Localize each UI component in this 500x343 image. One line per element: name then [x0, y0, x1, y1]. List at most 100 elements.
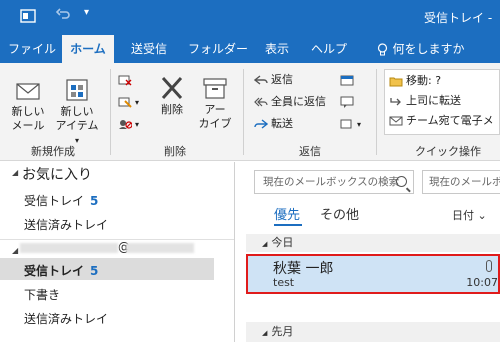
collapse-triangle-icon[interactable]: ◢: [12, 168, 18, 177]
tab-focused[interactable]: 優先: [274, 204, 300, 223]
message-time: 10:07: [466, 276, 498, 289]
window-title: 受信トレイ -: [424, 11, 493, 25]
folder-sent[interactable]: 送信済みトレイ: [24, 310, 108, 327]
favorite-inbox-label: 受信トレイ: [24, 194, 85, 208]
folder-inbox[interactable]: 受信トレイ 5: [24, 262, 98, 279]
tell-me-box[interactable]: 何をしますか: [372, 35, 470, 63]
undo-icon[interactable]: [55, 6, 71, 26]
meeting-button[interactable]: [340, 71, 357, 89]
new-items-icon: [63, 77, 91, 103]
tab-home[interactable]: ホーム: [62, 35, 114, 63]
focused-underline: [274, 224, 302, 226]
quick-step-to-manager[interactable]: 上司に転送: [389, 92, 461, 110]
archive-icon: [201, 75, 229, 101]
folder-drafts-label: 下書き: [24, 288, 61, 302]
forward-button[interactable]: 転送: [254, 115, 293, 133]
forward-manager-icon: [389, 95, 403, 107]
forward-icon: [254, 118, 269, 130]
title-bar: ▾ 受信トレイ -: [0, 0, 500, 35]
quick-step-move-label: 移動: ?: [406, 74, 442, 87]
new-items-button[interactable]: 新しい アイテム ▾: [52, 77, 102, 148]
tab-view[interactable]: 表示: [260, 35, 294, 63]
collapse-triangle-icon[interactable]: ◢: [12, 246, 18, 255]
reply-button[interactable]: 返信: [253, 71, 293, 89]
clean-up-button[interactable]: ▾: [118, 93, 139, 111]
folder-pane: ◢ お気に入り 受信トレイ 5 送信済みトレイ ◢ @ 受信トレイ 5 下書き 送信…: [0, 162, 235, 342]
quick-step-to-manager-label: 上司に転送: [406, 94, 461, 107]
reply-all-label: 全員に返信: [271, 95, 326, 108]
archive-label-2: カイブ: [198, 117, 232, 130]
meeting-icon: [340, 74, 354, 86]
group-label-delete: 削除: [164, 145, 186, 158]
group-label-new: 新規作成: [31, 145, 75, 158]
junk-button[interactable]: ▾: [118, 115, 139, 133]
dropdown-arrow-icon: ▾: [135, 98, 140, 107]
group-label-quick-steps: クイック操作: [415, 145, 481, 158]
im-button[interactable]: [340, 93, 357, 111]
group-today-label: 今日: [271, 236, 294, 249]
tab-help[interactable]: ヘルプ: [308, 35, 350, 63]
group-header-today[interactable]: ◢ 今日: [246, 234, 500, 252]
message-list-pane: 現在のメールボックスの検索 現在のメールボッ 優先 その他 日付 ⌄ ◢今日 秋…: [236, 162, 500, 342]
redacted-account-name: [20, 242, 118, 253]
new-email-icon: [14, 77, 42, 103]
collapse-triangle-icon: ◢: [262, 240, 268, 248]
clean-up-icon: [118, 96, 132, 108]
ribbon-tabs: ファイル ホーム 送受信 フォルダー 表示 ヘルプ 何をしますか: [0, 35, 500, 63]
new-email-button[interactable]: 新しい メール: [8, 77, 48, 133]
unread-count: 5: [90, 264, 99, 278]
im-icon: [340, 96, 354, 108]
folder-drafts[interactable]: 下書き: [24, 286, 60, 303]
folder-sent-label: 送信済みトレイ: [24, 312, 109, 326]
new-email-label-2: メール: [11, 119, 45, 132]
message-subject: test: [273, 276, 295, 289]
dropdown-arrow-icon: ▾: [357, 120, 362, 129]
quick-step-team-email-label: チーム宛て電子メ: [406, 114, 494, 127]
tab-folder[interactable]: フォルダー: [188, 35, 248, 63]
lightbulb-icon: [377, 35, 388, 63]
tab-other[interactable]: その他: [320, 204, 359, 223]
delete-label: 削除: [161, 103, 183, 116]
tell-me-label: 何をしますか: [392, 42, 465, 56]
search-placeholder: 現在のメールボックスの検索: [263, 176, 400, 188]
unread-count: 5: [90, 194, 99, 208]
quick-step-move[interactable]: 移動: ?: [389, 72, 441, 90]
chevron-down-icon: ⌄: [477, 209, 487, 222]
folder-move-icon: [389, 75, 403, 87]
collapse-triangle-icon: ◢: [262, 329, 268, 337]
new-items-label-1: 新しい: [60, 105, 94, 118]
customize-toolbar-icon[interactable]: ▾: [84, 7, 89, 18]
tab-send-receive[interactable]: 送受信: [122, 35, 176, 63]
reply-all-icon: [254, 96, 268, 108]
sort-by-dropdown[interactable]: 日付 ⌄: [452, 207, 487, 223]
outlook-app-icon: [20, 8, 36, 28]
group-last-month-label: 先月: [271, 325, 294, 338]
delete-button[interactable]: 削除: [153, 75, 191, 117]
quick-step-team-email[interactable]: チーム宛て電子メ: [389, 112, 494, 130]
search-input[interactable]: 現在のメールボックスの検索: [254, 170, 414, 194]
ignore-button[interactable]: [118, 71, 135, 89]
favorite-sent[interactable]: 送信済みトレイ: [24, 216, 108, 233]
message-item[interactable]: 秋葉 一郎 test 10:07: [246, 254, 500, 294]
more-respond-button[interactable]: ▾: [340, 115, 361, 133]
quick-steps-gallery: 移動: ? 上司に転送 チーム宛て電子メ: [384, 69, 500, 135]
ignore-icon: [118, 74, 132, 86]
favorites-header[interactable]: お気に入り: [22, 164, 92, 184]
search-scope-dropdown[interactable]: 現在のメールボッ: [422, 170, 500, 194]
group-header-last-month[interactable]: ◢ 先月: [246, 322, 500, 342]
favorite-sent-label: 送信済みトレイ: [24, 218, 109, 232]
reply-icon: [253, 74, 268, 86]
search-icon[interactable]: [396, 176, 407, 187]
group-divider: [376, 69, 377, 155]
message-sender: 秋葉 一郎: [273, 261, 334, 277]
attachment-icon: [486, 260, 492, 272]
tab-file[interactable]: ファイル: [8, 35, 56, 63]
reply-all-button[interactable]: 全員に返信: [254, 93, 326, 111]
account-header[interactable]: @: [20, 240, 194, 254]
folder-inbox-label: 受信トレイ: [24, 264, 85, 278]
sort-label: 日付: [452, 209, 474, 222]
favorite-inbox[interactable]: 受信トレイ 5: [24, 192, 98, 209]
team-email-icon: [389, 115, 403, 127]
archive-button[interactable]: アー カイブ: [196, 75, 234, 131]
more-respond-icon: [340, 118, 354, 130]
